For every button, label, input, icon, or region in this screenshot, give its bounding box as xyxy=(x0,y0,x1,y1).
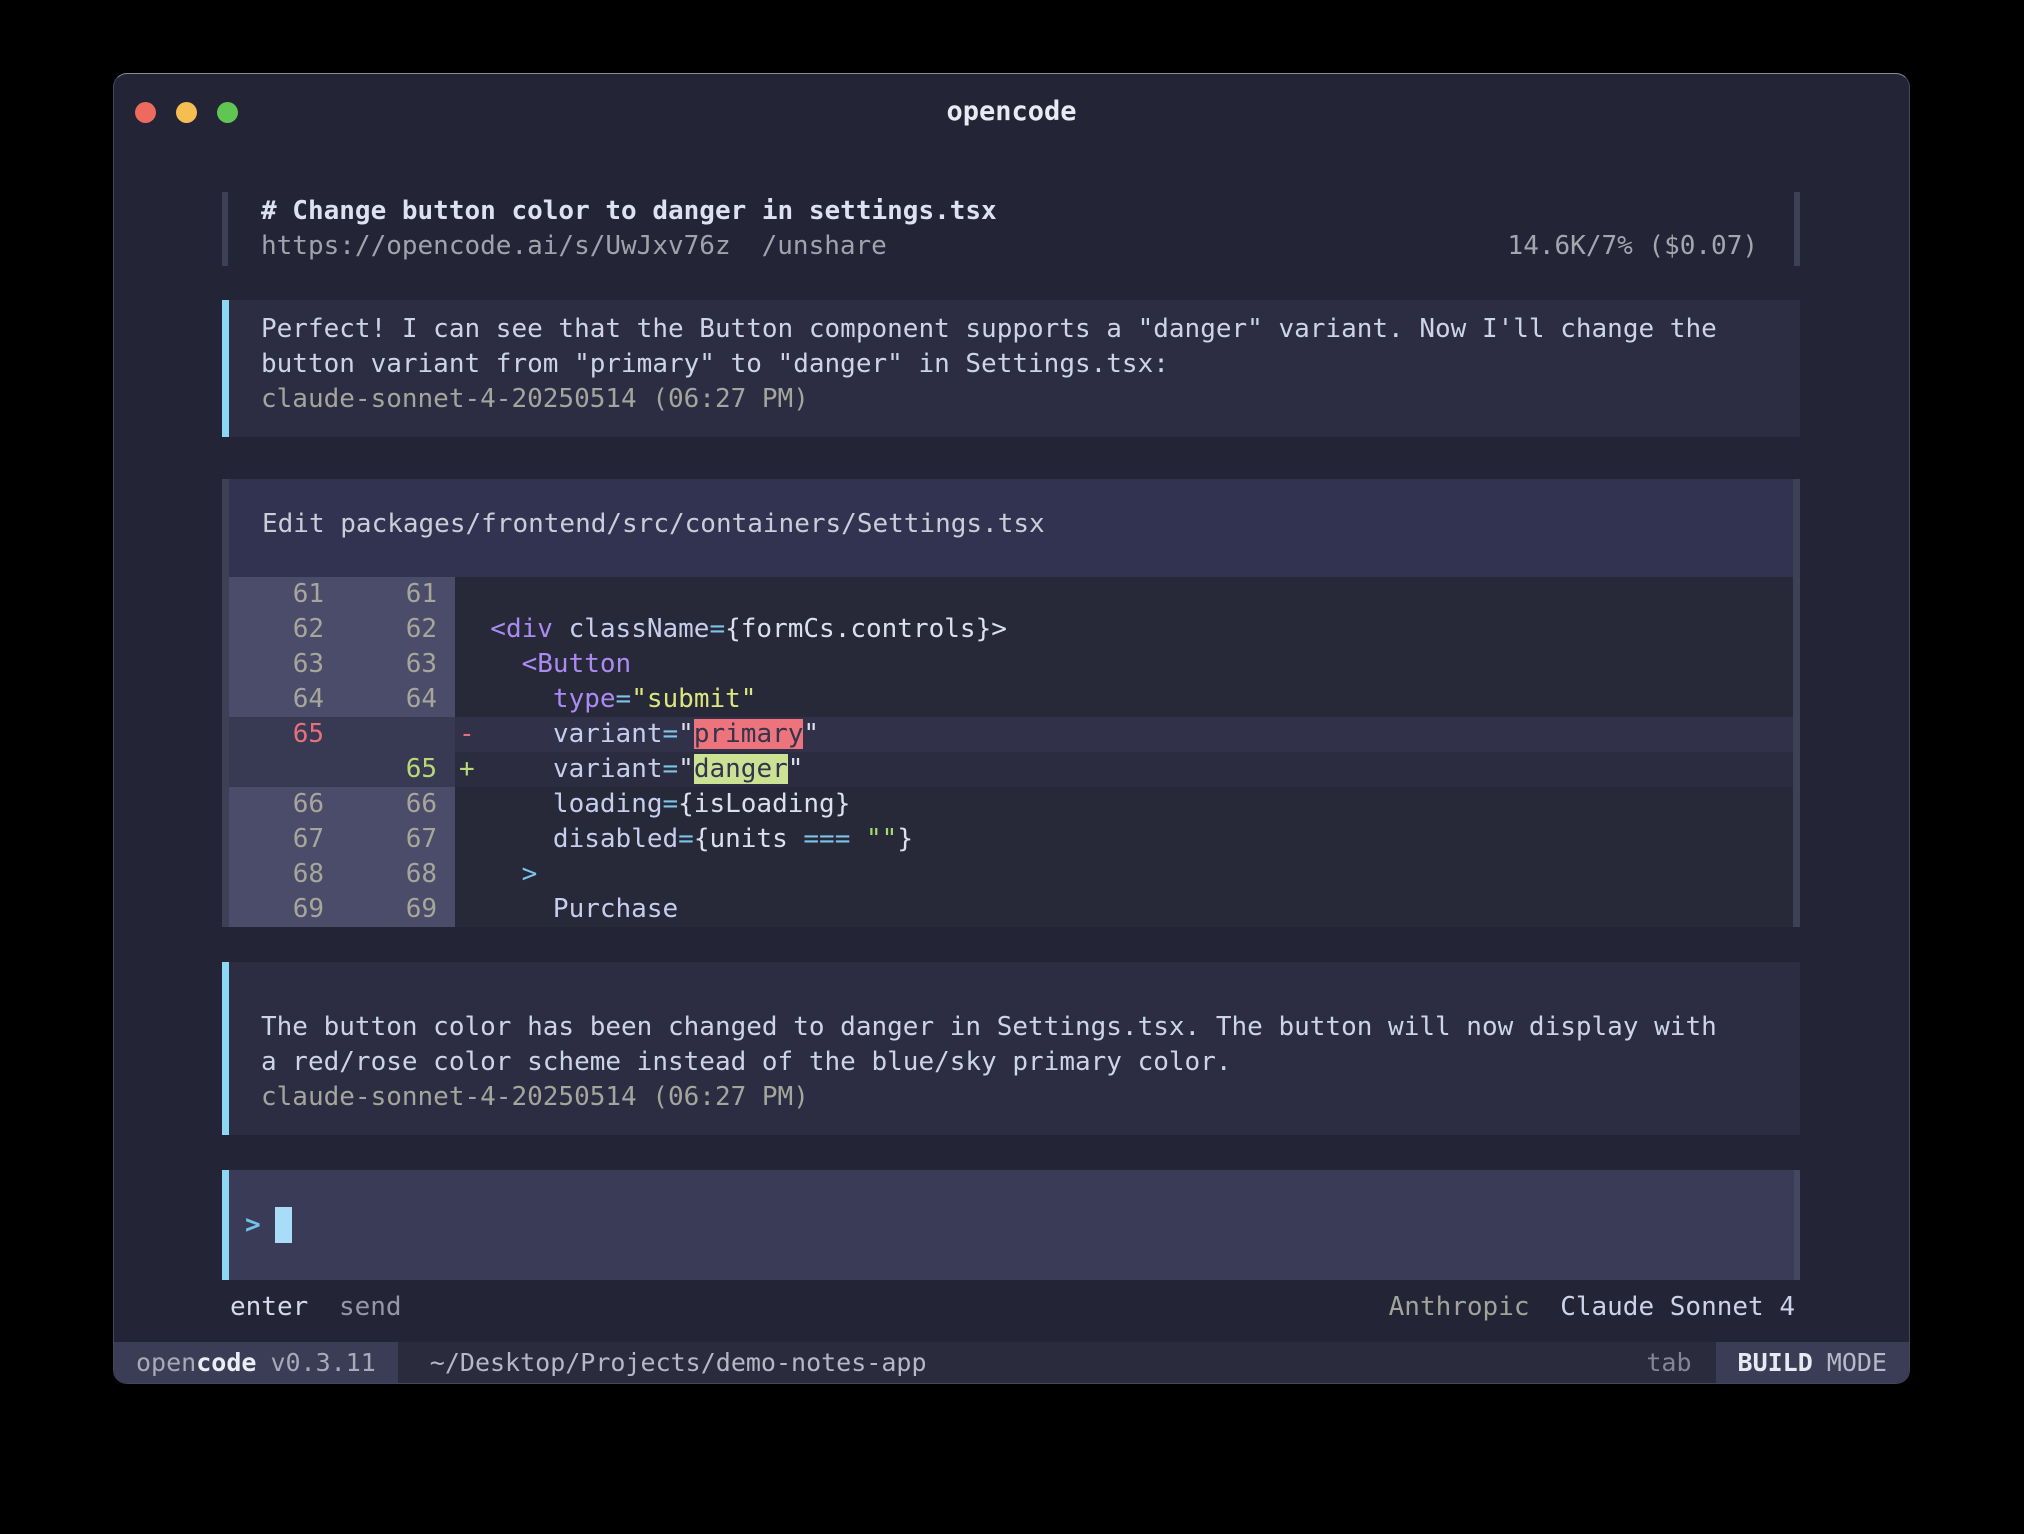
new-line-number: 65 xyxy=(342,752,455,787)
diff-code-line: - variant="primary" xyxy=(455,717,1793,752)
app-name-code: code xyxy=(196,1348,256,1377)
app-version-chip: opencode v0.3.11 xyxy=(114,1342,398,1383)
diff-view: 61616262 <div className={formCs.controls… xyxy=(229,577,1793,927)
old-line-number: 62 xyxy=(229,612,342,647)
old-line-number: 68 xyxy=(229,857,342,892)
edit-tool-panel: Edit packages/frontend/src/containers/Se… xyxy=(222,479,1800,927)
diff-row: 6767 disabled={units === ""} xyxy=(229,822,1793,857)
old-line-number: 63 xyxy=(229,647,342,682)
diff-code-line xyxy=(455,577,1793,612)
diff-row: 6363 <Button xyxy=(229,647,1793,682)
session-header: # Change button color to danger in setti… xyxy=(222,192,1800,266)
send-action-hint: send xyxy=(339,1292,402,1322)
old-line-number xyxy=(229,752,342,787)
share-url-link[interactable]: https://opencode.ai/s/UwJxv76z xyxy=(261,229,731,264)
tab-key-hint: tab xyxy=(1646,1348,1691,1377)
new-line-number: 69 xyxy=(342,892,455,927)
unshare-command: /unshare xyxy=(762,229,887,264)
new-line-number: 68 xyxy=(342,857,455,892)
hint-row: enter send Anthropic Claude Sonnet 4 xyxy=(222,1290,1800,1325)
old-line-number: 67 xyxy=(229,822,342,857)
token-usage: 14.6K/7% ($0.07) xyxy=(1508,229,1794,264)
new-line-number: 62 xyxy=(342,612,455,647)
provider-label: Anthropic xyxy=(1389,1292,1530,1322)
edit-tool-title: Edit packages/frontend/src/containers/Se… xyxy=(229,479,1793,542)
diff-code-line: type="submit" xyxy=(455,682,1793,717)
diff-code-line: Purchase xyxy=(455,892,1793,927)
assistant-message: Perfect! I can see that the Button compo… xyxy=(222,300,1800,437)
diff-row: 6666 loading={isLoading} xyxy=(229,787,1793,822)
old-line-number: 64 xyxy=(229,682,342,717)
prompt-input[interactable]: > xyxy=(222,1170,1800,1280)
app-name-open: open xyxy=(136,1348,196,1377)
diff-row: 6161 xyxy=(229,577,1793,612)
prompt-chevron: > xyxy=(245,1210,261,1240)
session-title: # Change button color to danger in setti… xyxy=(261,196,997,226)
model-label: Claude Sonnet 4 xyxy=(1560,1292,1795,1322)
working-directory: ~/Desktop/Projects/demo-notes-app xyxy=(430,1348,927,1377)
new-line-number: 64 xyxy=(342,682,455,717)
enter-key-hint: enter xyxy=(230,1292,308,1322)
diff-row: 6969 Purchase xyxy=(229,892,1793,927)
mode-chip: BUILD MODE xyxy=(1716,1342,1909,1383)
message-text: The button color has been changed to dan… xyxy=(261,1010,1732,1080)
diff-code-line: <div className={formCs.controls}> xyxy=(455,612,1793,647)
diff-code-line: > xyxy=(455,857,1793,892)
new-line-number: 66 xyxy=(342,787,455,822)
app-version: v0.3.11 xyxy=(270,1348,375,1377)
new-line-number: 63 xyxy=(342,647,455,682)
addition-marker: + xyxy=(459,754,475,784)
mode-mode-label: MODE xyxy=(1827,1348,1887,1377)
status-bar: opencode v0.3.11 ~/Desktop/Projects/demo… xyxy=(114,1342,1909,1383)
diff-row: 6464 type="submit" xyxy=(229,682,1793,717)
diff-row: 65+ variant="danger" xyxy=(229,752,1793,787)
new-line-number: 67 xyxy=(342,822,455,857)
mode-build-label: BUILD xyxy=(1738,1348,1813,1377)
old-line-number: 65 xyxy=(229,717,342,752)
diff-code-line: loading={isLoading} xyxy=(455,787,1793,822)
deletion-marker: - xyxy=(459,719,475,749)
diff-code-line: disabled={units === ""} xyxy=(455,822,1793,857)
diff-row: 6262 <div className={formCs.controls}> xyxy=(229,612,1793,647)
new-line-number: 61 xyxy=(342,577,455,612)
old-line-number: 61 xyxy=(229,577,342,612)
diff-row: 65 - variant="primary" xyxy=(229,717,1793,752)
message-text: Perfect! I can see that the Button compo… xyxy=(261,312,1732,382)
message-model-meta: claude-sonnet-4-20250514 (06:27 PM) xyxy=(261,1080,1770,1115)
assistant-message: The button color has been changed to dan… xyxy=(222,962,1800,1135)
opencode-window: opencode # Change button color to danger… xyxy=(113,73,1910,1384)
diff-row: 6868 > xyxy=(229,857,1793,892)
old-line-number: 69 xyxy=(229,892,342,927)
old-line-number: 66 xyxy=(229,787,342,822)
diff-code-line: + variant="danger" xyxy=(455,752,1793,787)
message-model-meta: claude-sonnet-4-20250514 (06:27 PM) xyxy=(261,382,1770,417)
diff-code-line: <Button xyxy=(455,647,1793,682)
new-line-number xyxy=(342,717,455,752)
text-cursor xyxy=(275,1207,292,1243)
